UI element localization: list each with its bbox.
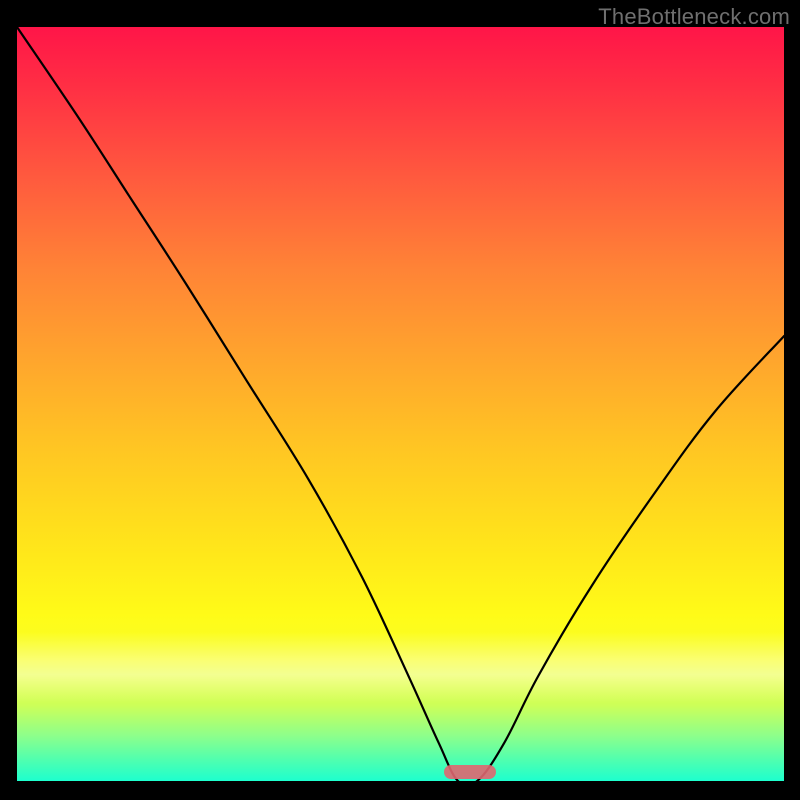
chart-frame: TheBottleneck.com (0, 0, 800, 800)
bottleneck-curve (17, 27, 784, 781)
plot-area (17, 27, 784, 781)
optimal-marker (444, 765, 496, 779)
